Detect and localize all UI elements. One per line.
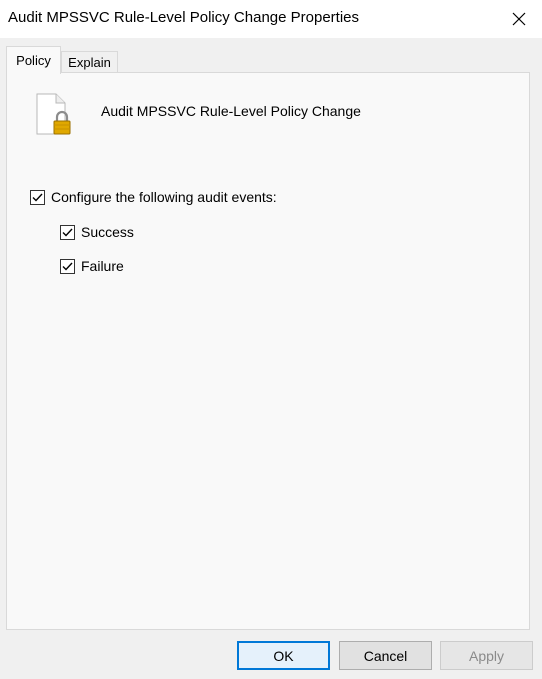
- failure-label: Failure: [81, 258, 124, 274]
- configure-audit-label: Configure the following audit events:: [51, 189, 277, 205]
- window-title: Audit MPSSVC Rule-Level Policy Change Pr…: [8, 9, 359, 26]
- close-icon: [512, 12, 526, 26]
- success-option[interactable]: Success: [60, 224, 134, 240]
- configure-audit-option[interactable]: Configure the following audit events:: [30, 189, 277, 205]
- success-checkbox[interactable]: [60, 224, 75, 240]
- close-button[interactable]: [496, 0, 542, 38]
- tab-policy[interactable]: Policy: [6, 46, 61, 74]
- checkmark-icon: [62, 228, 73, 237]
- failure-checkbox[interactable]: [60, 258, 75, 274]
- title-bar: Audit MPSSVC Rule-Level Policy Change Pr…: [0, 0, 542, 38]
- checkmark-icon: [62, 262, 73, 271]
- locked-document-icon: [34, 93, 74, 137]
- tab-policy-label: Policy: [16, 53, 51, 68]
- failure-option[interactable]: Failure: [60, 258, 124, 274]
- checkmark-icon: [32, 193, 43, 202]
- policy-name: Audit MPSSVC Rule-Level Policy Change: [101, 103, 361, 119]
- apply-button[interactable]: Apply: [440, 641, 533, 670]
- tab-explain-label: Explain: [68, 55, 111, 70]
- policy-panel: Audit MPSSVC Rule-Level Policy Change Co…: [6, 72, 530, 630]
- configure-audit-checkbox[interactable]: [30, 189, 45, 205]
- ok-button[interactable]: OK: [237, 641, 330, 670]
- cancel-button[interactable]: Cancel: [339, 641, 432, 670]
- success-label: Success: [81, 224, 134, 240]
- tab-explain[interactable]: Explain: [61, 51, 118, 73]
